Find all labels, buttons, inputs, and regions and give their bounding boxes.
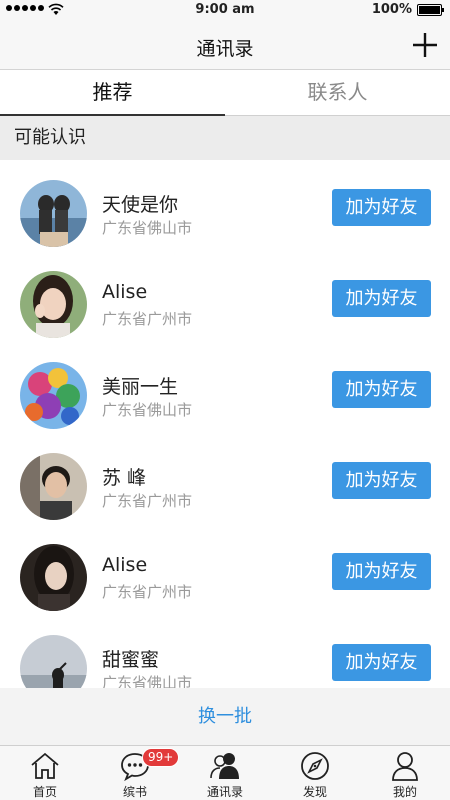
contact-name: Alise bbox=[102, 281, 148, 303]
unread-badge: 99+ bbox=[142, 748, 180, 767]
list-item[interactable]: Alise 广东省广州市 加为好友 bbox=[0, 534, 450, 625]
profile-icon bbox=[392, 752, 418, 781]
section-header-may-know: 可能认识 bbox=[0, 116, 450, 160]
compass-icon bbox=[301, 752, 329, 780]
navigation-bar: 通讯录 bbox=[0, 20, 450, 70]
list-item[interactable]: Alise 广东省广州市 加为好友 bbox=[0, 261, 450, 352]
plus-icon[interactable] bbox=[410, 30, 440, 60]
tab-profile[interactable]: 我的 bbox=[360, 746, 450, 800]
add-friend-button[interactable]: 加为好友 bbox=[332, 553, 431, 590]
tab-label: 首页 bbox=[32, 785, 57, 799]
add-friend-button[interactable]: 加为好友 bbox=[332, 462, 431, 499]
segment-tabs: 推荐 联系人 bbox=[0, 70, 450, 116]
battery-percentage: 100% bbox=[371, 2, 412, 17]
avatar[interactable] bbox=[20, 362, 87, 429]
contact-name: Alise bbox=[102, 554, 148, 576]
contact-region: 广东省佛山市 bbox=[102, 401, 193, 419]
add-friend-button[interactable]: 加为好友 bbox=[332, 189, 431, 226]
bottom-tab-bar: 首页 99+ 缤书 通讯录 发现 我的 bbox=[0, 745, 450, 800]
tab-label: 通讯录 bbox=[206, 785, 243, 799]
contacts-icon bbox=[210, 753, 239, 779]
page-title: 通讯录 bbox=[196, 38, 254, 60]
avatar[interactable] bbox=[20, 271, 87, 338]
home-icon bbox=[31, 752, 59, 779]
list-item[interactable]: 苏 峰 广东省广州市 加为好友 bbox=[0, 443, 450, 534]
add-friend-button[interactable]: 加为好友 bbox=[332, 280, 431, 317]
list-item[interactable]: 美丽一生 广东省佛山市 加为好友 bbox=[0, 352, 450, 443]
contact-name: 天使是你 bbox=[102, 194, 179, 216]
list-item[interactable]: 甜蜜蜜 广东省佛山市 加为好友 bbox=[0, 625, 450, 688]
tab-label: 缤书 bbox=[122, 785, 147, 799]
contact-region: 广东省广州市 bbox=[102, 492, 193, 510]
contact-region: 广东省广州市 bbox=[102, 583, 193, 601]
contact-name: 美丽一生 bbox=[102, 376, 179, 398]
avatar[interactable] bbox=[20, 180, 87, 247]
tab-recommended[interactable]: 推荐 bbox=[0, 70, 225, 116]
avatar[interactable] bbox=[20, 544, 87, 611]
tab-label: 我的 bbox=[392, 785, 417, 799]
battery-icon bbox=[417, 4, 444, 16]
add-friend-button[interactable]: 加为好友 bbox=[332, 371, 431, 408]
status-bar: 9:00 am 100% bbox=[0, 0, 450, 20]
tab-contacts-book[interactable]: 通讯录 bbox=[180, 746, 270, 800]
avatar[interactable] bbox=[20, 453, 87, 520]
avatar[interactable] bbox=[20, 635, 87, 688]
contact-region: 广东省佛山市 bbox=[102, 219, 193, 237]
tab-home[interactable]: 首页 bbox=[0, 746, 90, 800]
tab-messages[interactable]: 99+ 缤书 bbox=[90, 746, 180, 800]
add-friend-button[interactable]: 加为好友 bbox=[332, 644, 431, 681]
refresh-batch-button[interactable]: 换一批 bbox=[0, 688, 450, 745]
contact-name: 苏 峰 bbox=[102, 467, 147, 489]
contact-region: 广东省佛山市 bbox=[102, 674, 193, 688]
tab-contacts[interactable]: 联系人 bbox=[225, 70, 450, 115]
tab-discover[interactable]: 发现 bbox=[270, 746, 360, 800]
tab-label: 发现 bbox=[302, 785, 327, 799]
suggested-contacts-list: 天使是你 广东省佛山市 加为好友 Alise 广东省广州市 加为好友 美丽一生 … bbox=[0, 170, 450, 688]
contact-region: 广东省广州市 bbox=[102, 310, 193, 328]
list-item[interactable]: 天使是你 广东省佛山市 加为好友 bbox=[0, 170, 450, 261]
contact-name: 甜蜜蜜 bbox=[102, 649, 160, 671]
